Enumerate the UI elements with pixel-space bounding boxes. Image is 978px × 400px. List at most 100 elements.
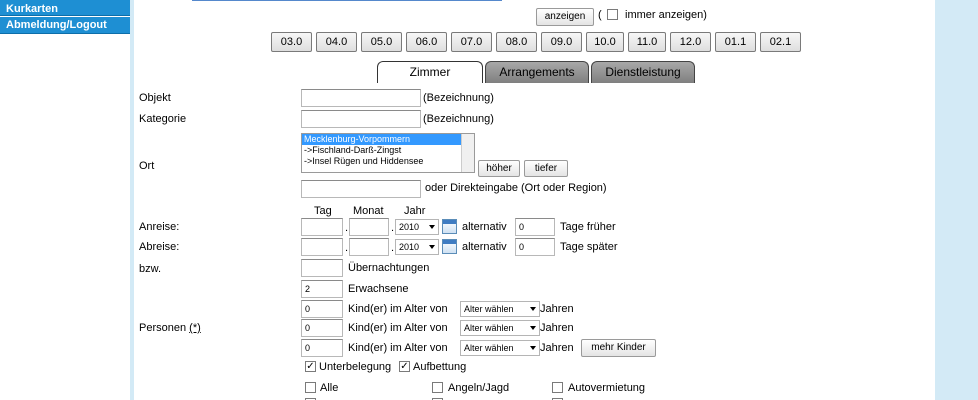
chevron-down-icon bbox=[530, 326, 536, 330]
paren-open: ( bbox=[598, 9, 602, 21]
abreise-dot: . bbox=[391, 242, 395, 254]
nights-label: Übernachtungen bbox=[348, 262, 430, 274]
anreise-dot: . bbox=[345, 222, 349, 234]
abreise-dot: . bbox=[345, 242, 349, 254]
personen-label: Personen (*) bbox=[139, 322, 201, 334]
chevron-down-icon bbox=[530, 346, 536, 350]
kategorie-hint: (Bezeichnung) bbox=[423, 113, 494, 125]
sidebar-item-logout[interactable]: Abmeldung/Logout bbox=[0, 17, 132, 34]
child-age-select[interactable]: Alter wählen bbox=[460, 301, 540, 317]
show-button[interactable]: anzeigen bbox=[536, 8, 594, 26]
chevron-down-icon bbox=[530, 307, 536, 311]
category-label: Alle bbox=[320, 382, 339, 394]
kategorie-label: Kategorie bbox=[139, 113, 187, 125]
anreise-dot: . bbox=[391, 222, 395, 234]
date-button[interactable]: 01.1 bbox=[715, 32, 756, 52]
abreise-year-value: 2010 bbox=[399, 242, 420, 252]
ort-listbox-scrollbar[interactable] bbox=[461, 134, 474, 172]
personen-label-text: Personen bbox=[139, 322, 187, 334]
adults-input[interactable]: 2 bbox=[301, 280, 343, 298]
date-button[interactable]: 11.0 bbox=[628, 32, 666, 52]
kategorie-input[interactable] bbox=[301, 110, 421, 128]
chevron-down-icon bbox=[429, 225, 435, 229]
aufbettung-checkbox[interactable]: ✓ bbox=[399, 361, 410, 372]
objekt-input[interactable] bbox=[301, 89, 421, 107]
date-button[interactable]: 12.0 bbox=[670, 32, 711, 52]
abreise-alt-label: alternativ bbox=[462, 241, 507, 253]
anreise-day-input[interactable] bbox=[301, 218, 343, 236]
tab-arrangements[interactable]: Arrangements bbox=[485, 61, 589, 83]
anreise-year-select[interactable]: 2010 bbox=[395, 219, 439, 235]
date-button[interactable]: 06.0 bbox=[406, 32, 447, 52]
sidebar: Kurkarten Abmeldung/Logout bbox=[0, 0, 132, 35]
child-count-input[interactable]: 0 bbox=[301, 319, 343, 337]
ort-option[interactable]: Mecklenburg-Vorpommern bbox=[302, 134, 474, 145]
nights-input[interactable] bbox=[301, 259, 343, 277]
category-checkbox-autovermietung[interactable] bbox=[552, 382, 563, 393]
tab-dienstleistung[interactable]: Dienstleistung bbox=[591, 61, 695, 83]
abreise-alt-input[interactable]: 0 bbox=[515, 238, 555, 256]
child-suffix: Jahren bbox=[540, 322, 574, 334]
chevron-down-icon bbox=[429, 245, 435, 249]
category-label: Autovermietung bbox=[568, 382, 646, 394]
anreise-alt-input[interactable]: 0 bbox=[515, 218, 555, 236]
sidebar-item-kurkarten[interactable]: Kurkarten bbox=[0, 0, 132, 16]
abreise-day-input[interactable] bbox=[301, 238, 343, 256]
aufbettung-label: Aufbettung bbox=[413, 361, 467, 373]
child-count-input[interactable]: 0 bbox=[301, 300, 343, 318]
anreise-suffix: Tage früher bbox=[560, 221, 616, 233]
date-button[interactable]: 07.0 bbox=[451, 32, 492, 52]
abreise-month-input[interactable] bbox=[349, 238, 389, 256]
top-link-underline bbox=[192, 0, 502, 1]
calendar-icon[interactable] bbox=[442, 219, 457, 234]
date-button[interactable]: 10.0 bbox=[586, 32, 624, 52]
higher-button[interactable]: höher bbox=[478, 160, 520, 177]
ort-option[interactable]: ->Fischland-Darß-Zingst bbox=[302, 145, 474, 156]
date-button[interactable]: 04.0 bbox=[316, 32, 357, 52]
date-button[interactable]: 05.0 bbox=[361, 32, 402, 52]
unterbelegung-label: Unterbelegung bbox=[319, 361, 392, 373]
child-count-input[interactable]: 0 bbox=[301, 339, 343, 357]
adults-label: Erwachsene bbox=[348, 283, 409, 295]
ort-listbox[interactable]: Mecklenburg-Vorpommern ->Fischland-Darß-… bbox=[301, 133, 475, 173]
abreise-label: Abreise: bbox=[139, 241, 180, 253]
ort-direct-hint: oder Direkteingabe (Ort oder Region) bbox=[425, 182, 607, 194]
child-label: Kind(er) im Alter von bbox=[348, 303, 448, 315]
anreise-label: Anreise: bbox=[139, 221, 180, 233]
ort-option[interactable]: ->Insel Rügen und Hiddensee bbox=[302, 156, 474, 167]
header-monat: Monat bbox=[353, 205, 384, 217]
child-age-value: Alter wählen bbox=[464, 343, 514, 353]
lower-button[interactable]: tiefer bbox=[524, 160, 568, 177]
ort-direct-input[interactable] bbox=[301, 180, 421, 198]
left-border bbox=[130, 0, 134, 400]
unterbelegung-checkbox[interactable]: ✓ bbox=[305, 361, 316, 372]
calendar-icon[interactable] bbox=[442, 239, 457, 254]
category-checkbox-angeln[interactable] bbox=[432, 382, 443, 393]
header-jahr: Jahr bbox=[404, 205, 426, 217]
child-age-select[interactable]: Alter wählen bbox=[460, 320, 540, 336]
right-background bbox=[935, 0, 978, 400]
anreise-year-value: 2010 bbox=[399, 222, 420, 232]
date-button[interactable]: 02.1 bbox=[760, 32, 801, 52]
category-checkbox-alle[interactable] bbox=[305, 382, 316, 393]
anreise-month-input[interactable] bbox=[349, 218, 389, 236]
category-label: Angeln/Jagd bbox=[448, 382, 510, 394]
tab-zimmer[interactable]: Zimmer bbox=[377, 61, 483, 83]
personen-help-link[interactable]: (*) bbox=[189, 322, 201, 334]
child-age-value: Alter wählen bbox=[464, 304, 514, 314]
date-button[interactable]: 03.0 bbox=[271, 32, 312, 52]
more-children-button[interactable]: mehr Kinder bbox=[581, 339, 656, 357]
child-age-select[interactable]: Alter wählen bbox=[460, 340, 540, 356]
always-show-label: immer anzeigen) bbox=[625, 9, 707, 21]
always-show-checkbox[interactable] bbox=[607, 9, 618, 20]
objekt-hint: (Bezeichnung) bbox=[423, 92, 494, 104]
ort-label: Ort bbox=[139, 160, 155, 172]
child-suffix: Jahren bbox=[540, 303, 574, 315]
child-age-value: Alter wählen bbox=[464, 323, 514, 333]
date-button[interactable]: 09.0 bbox=[541, 32, 582, 52]
abreise-year-select[interactable]: 2010 bbox=[395, 239, 439, 255]
abreise-suffix: Tage später bbox=[560, 241, 618, 253]
child-label: Kind(er) im Alter von bbox=[348, 322, 448, 334]
date-button[interactable]: 08.0 bbox=[496, 32, 537, 52]
child-label: Kind(er) im Alter von bbox=[348, 342, 448, 354]
